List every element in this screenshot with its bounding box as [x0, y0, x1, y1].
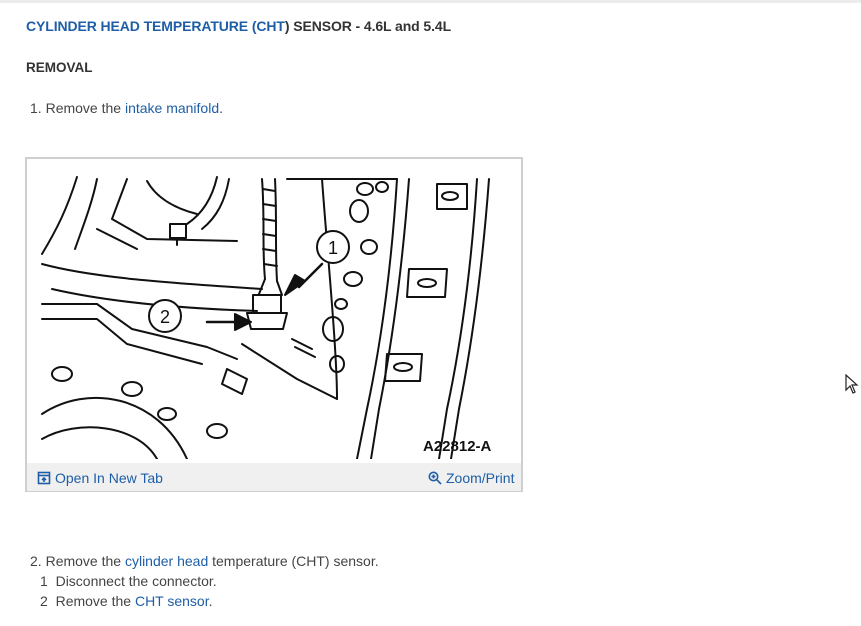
mouse-pointer-icon: [845, 374, 859, 394]
substep-2-text: Remove the: [55, 593, 132, 609]
magnifier-zoom-icon: [428, 471, 442, 485]
step-1-period: .: [219, 100, 224, 116]
cht-sensor-link[interactable]: CHT sensor: [135, 593, 209, 609]
substep-2-period: .: [208, 593, 213, 609]
substep-1: 1 Disconnect the connector.: [40, 573, 217, 589]
engine-illustration: 1 2: [41, 176, 490, 459]
figure-caption: A22812-A: [423, 438, 492, 455]
zoom-print-label: Zoom/Print: [446, 470, 515, 486]
section-heading: REMOVAL: [26, 60, 93, 75]
title-cht-link[interactable]: CHT: [256, 18, 285, 34]
step-2-text: Remove the: [45, 553, 122, 569]
intake-manifold-link[interactable]: intake manifold: [125, 100, 219, 116]
substep-1-text: Disconnect the connector.: [55, 573, 217, 589]
open-in-new-tab-button[interactable]: Open In New Tab: [37, 470, 163, 486]
title-text-part1: CYLINDER HEAD TEMPERATURE (: [26, 18, 257, 34]
substep-1-number: 1: [40, 573, 48, 589]
step-1: 1. Remove the intake manifold.: [30, 100, 223, 116]
callout-1: 1: [328, 238, 338, 258]
step-1-number: 1.: [30, 100, 42, 116]
figure-panel: 1 2 A22812-A Open In New Tab Zoom/Print: [25, 157, 523, 492]
open-in-new-tab-icon: [37, 471, 51, 485]
step-2: 2. Remove the cylinder head temperature …: [30, 553, 379, 569]
callout-2: 2: [160, 307, 170, 327]
cylinder-head-link[interactable]: cylinder head: [125, 553, 208, 569]
step-1-text: Remove the: [45, 100, 122, 116]
figure-toolbar: Open In New Tab Zoom/Print: [27, 463, 521, 491]
open-in-new-tab-label: Open In New Tab: [55, 470, 163, 486]
substep-2: 2 Remove the CHT sensor.: [40, 593, 213, 609]
step-2-text-end: temperature (CHT) sensor.: [212, 553, 379, 569]
zoom-print-button[interactable]: Zoom/Print: [428, 470, 514, 486]
substep-2-number: 2: [40, 593, 48, 609]
page-title: CYLINDER HEAD TEMPERATURE (CHT) SENSOR -…: [26, 18, 451, 34]
title-text-part3: ) SENSOR - 4.6L and 5.4L: [284, 18, 452, 34]
top-divider: [0, 0, 861, 3]
step-2-number: 2.: [30, 553, 42, 569]
